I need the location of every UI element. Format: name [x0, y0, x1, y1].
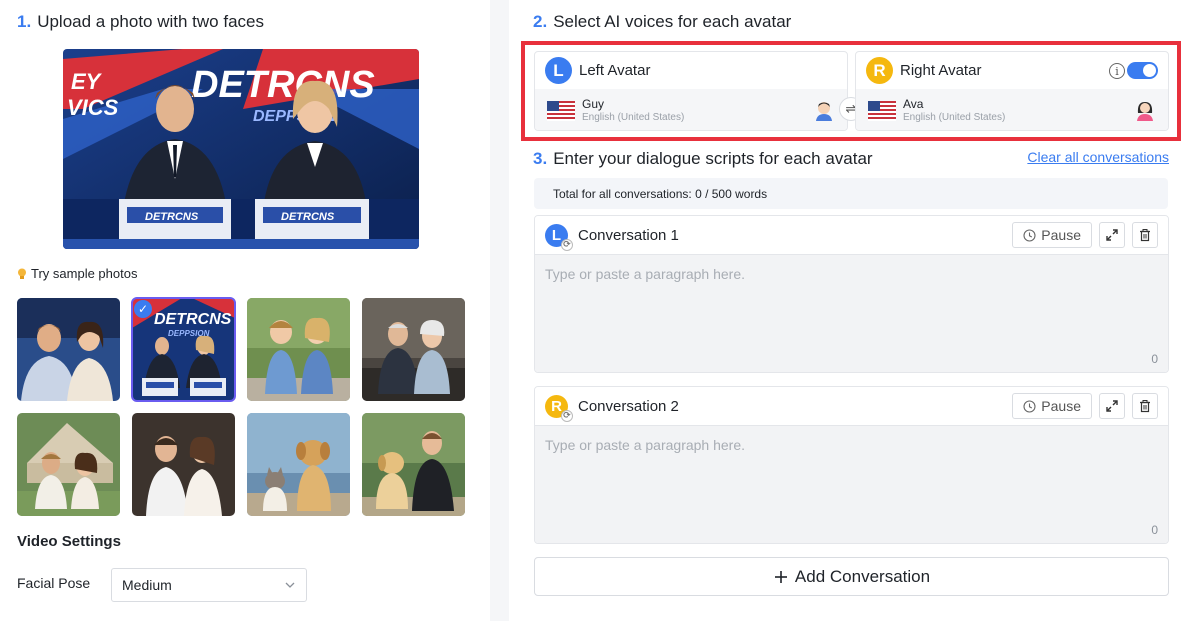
conversation-2: R ⟳ Conversation 2 Pause Type or paste a… — [534, 386, 1169, 544]
clear-all-conversations-link[interactable]: Clear all conversations — [1027, 149, 1169, 165]
add-conversation-label: Add Conversation — [794, 566, 931, 586]
try-sample-photos[interactable]: Try sample photos — [17, 266, 137, 281]
conversation-1-avatar-icon[interactable]: L ⟳ — [545, 223, 573, 251]
conversation-2-letter: R — [551, 397, 562, 415]
check-icon: ✓ — [134, 300, 152, 318]
facial-pose-value: Medium — [122, 577, 172, 593]
banner-text-main: DETRCNS — [191, 64, 375, 106]
lightbulb-icon — [18, 268, 26, 279]
conversation-2-pause-label: Pause — [1041, 398, 1081, 414]
conversation-2-textarea[interactable]: Type or paste a paragraph here. 0 — [535, 425, 1168, 543]
video-settings-title: Video Settings — [17, 533, 121, 550]
step-1-title: 1. Upload a photo with two faces — [17, 12, 264, 32]
conversation-2-placeholder: Type or paste a paragraph here. — [545, 437, 746, 453]
chevron-down-icon — [285, 582, 295, 588]
sample-photo-8[interactable] — [362, 413, 465, 516]
step-3-label: Enter your dialogue scripts for each ava… — [553, 149, 873, 168]
conversation-1: L ⟳ Conversation 1 Pause Type or paste a… — [534, 215, 1169, 373]
step-1-number: 1. — [17, 12, 32, 31]
step-3-title: 3. Enter your dialogue scripts for each a… — [533, 149, 873, 169]
clock-icon — [1023, 228, 1036, 242]
conversation-1-title: Conversation 1 — [578, 226, 679, 244]
left-panel: 1. Upload a photo with two faces EY VICS … — [0, 0, 490, 621]
sample-photo-4[interactable] — [362, 298, 465, 401]
sample-photo-2-selected[interactable]: DETRCNS DEPPSION ✓ — [131, 297, 236, 402]
panel-divider — [490, 0, 509, 621]
conversation-2-delete-button[interactable] — [1132, 393, 1158, 419]
sample-photo-6[interactable] — [132, 413, 235, 516]
try-sample-photos-label: Try sample photos — [31, 266, 138, 281]
conversation-1-header: L ⟳ Conversation 1 Pause — [535, 216, 1168, 254]
trash-icon — [1140, 229, 1150, 242]
conversation-2-tools: Pause — [1012, 393, 1158, 419]
plus-icon — [774, 570, 787, 583]
sample-photo-1[interactable] — [17, 298, 120, 401]
conversation-2-title: Conversation 2 — [578, 397, 679, 415]
step-2-title: 2. Select AI voices for each avatar — [533, 12, 791, 32]
conversation-2-word-count: 0 — [1151, 523, 1158, 537]
add-conversation-button[interactable]: Add Conversation — [534, 557, 1169, 596]
conversation-1-placeholder: Type or paste a paragraph here. — [545, 266, 746, 282]
step-3-number: 3. — [533, 149, 548, 168]
conversation-2-expand-button[interactable] — [1099, 393, 1125, 419]
step-2-number: 2. — [533, 12, 548, 31]
conversation-2-header: R ⟳ Conversation 2 Pause — [535, 387, 1168, 425]
podium-text-right: DETRCNS — [281, 211, 335, 223]
clock-icon — [1023, 399, 1036, 413]
expand-icon — [1106, 400, 1118, 412]
conversation-1-pause-button[interactable]: Pause — [1012, 222, 1092, 248]
conversation-1-expand-button[interactable] — [1099, 222, 1125, 248]
highlight-frame — [521, 41, 1181, 141]
trash-icon — [1140, 400, 1150, 413]
sync-icon: ⟳ — [561, 238, 573, 251]
step-1-label: Upload a photo with two faces — [37, 12, 264, 31]
podium-text-left: DETRCNS — [145, 211, 199, 223]
sample-photo-3[interactable] — [247, 298, 350, 401]
facial-pose-select[interactable]: Medium — [111, 568, 307, 602]
conversation-1-textarea[interactable]: Type or paste a paragraph here. 0 — [535, 254, 1168, 372]
conversation-2-pause-button[interactable]: Pause — [1012, 393, 1092, 419]
conversation-2-avatar-icon[interactable]: R ⟳ — [545, 394, 573, 422]
step-2-label: Select AI voices for each avatar — [553, 12, 792, 31]
conversation-1-delete-button[interactable] — [1132, 222, 1158, 248]
sync-icon: ⟳ — [561, 409, 573, 422]
banner-text-left-2: VICS — [67, 95, 119, 120]
thumb-banner-text: DETRCNS — [154, 311, 232, 328]
sample-photo-5[interactable] — [17, 413, 120, 516]
sample-photo-7[interactable] — [247, 413, 350, 516]
conversation-1-tools: Pause — [1012, 222, 1158, 248]
facial-pose-label: Facial Pose — [17, 575, 91, 591]
uploaded-photo[interactable]: EY VICS DETRCNS DEPPSION DETRCNS DETRCNS — [63, 49, 419, 249]
banner-text-left: EY — [71, 69, 103, 94]
conversation-1-letter: L — [551, 226, 562, 244]
total-words-bar: Total for all conversations: 0 / 500 wor… — [534, 178, 1168, 209]
expand-icon — [1106, 229, 1118, 241]
conversation-1-pause-label: Pause — [1041, 227, 1081, 243]
conversation-1-word-count: 0 — [1151, 352, 1158, 366]
